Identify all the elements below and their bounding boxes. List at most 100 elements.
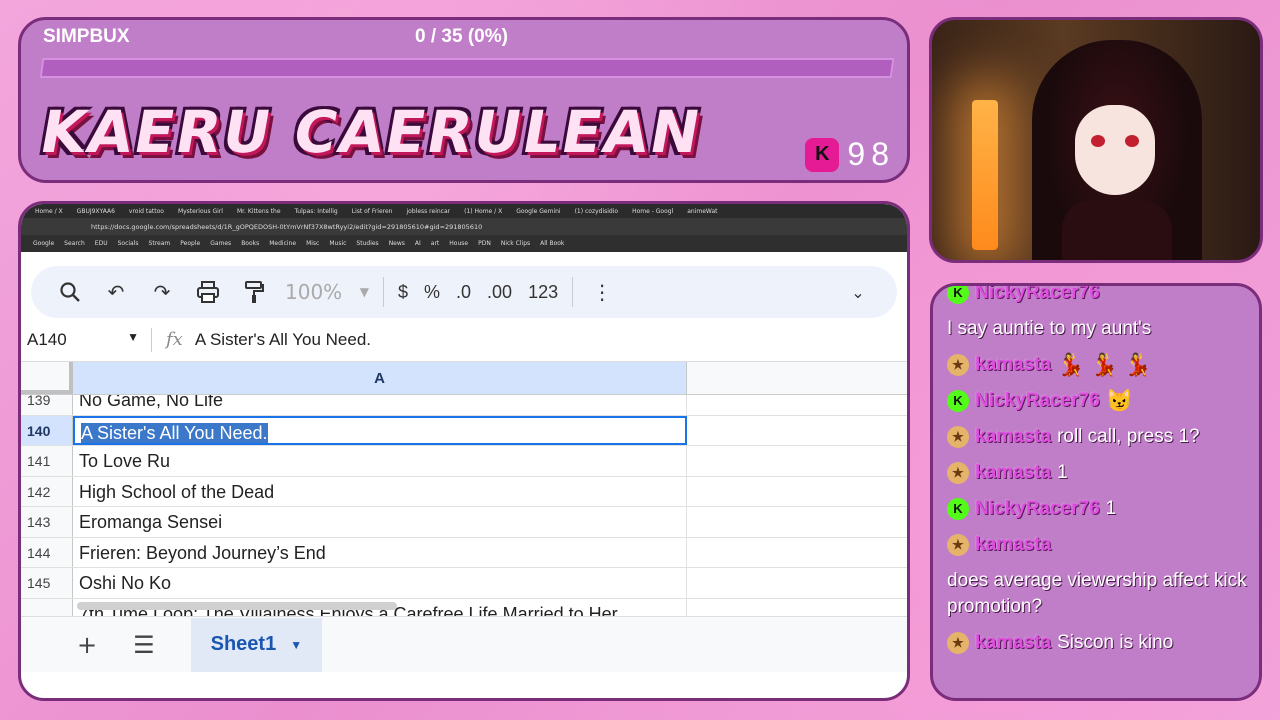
bookmark-item[interactable]: Socials [118, 240, 139, 247]
bookmark-item[interactable]: People [180, 240, 200, 247]
chevron-down-icon[interactable]: ⌄ [835, 272, 881, 312]
bookmark-item[interactable]: PDN [478, 240, 491, 247]
row-number[interactable]: 140 [21, 415, 73, 445]
more-formats-button[interactable]: 123 [520, 282, 566, 303]
browser-tab[interactable]: Tulpas: Intellig [291, 208, 342, 215]
cell-a[interactable]: High School of the Dead [73, 476, 687, 506]
address-bar[interactable]: https://docs.google.com/spreadsheets/d/1… [21, 218, 907, 235]
bookmark-item[interactable]: Misc [306, 240, 319, 247]
cell-a[interactable]: Eromanga Sensei [73, 507, 687, 537]
bookmark-item[interactable]: House [449, 240, 468, 247]
bookmark-item[interactable]: Studies [356, 240, 378, 247]
formula-divider [151, 327, 152, 352]
cell-b[interactable] [687, 477, 907, 507]
bookmark-item[interactable]: Google [33, 240, 54, 247]
sheet-tabs-bar: + ☰ Sheet1 ▼ [21, 616, 907, 672]
chat-username[interactable]: kamasta [975, 424, 1051, 450]
browser-tab[interactable]: List of Frieren [348, 208, 397, 215]
bookmark-item[interactable]: Books [241, 240, 259, 247]
more-options-icon[interactable]: ⋮ [579, 272, 625, 312]
bookmark-item[interactable]: Search [64, 240, 85, 247]
kick-badge-icon: K [947, 286, 969, 304]
select-all-corner[interactable] [21, 362, 73, 394]
undo-icon[interactable]: ↶ [93, 272, 139, 312]
formula-input[interactable]: A Sister's All You Need. [195, 330, 371, 350]
zoom-select[interactable]: 100% ▼ [277, 280, 377, 304]
name-box[interactable]: A140 ▼ [21, 330, 151, 350]
cell-a[interactable]: Frieren: Beyond Journey’s End [73, 537, 687, 567]
bookmark-item[interactable]: art [431, 240, 440, 247]
chevron-down-icon: ▼ [127, 329, 139, 344]
chat-message: K NickyRacer76 [947, 286, 1249, 306]
cell-value: Frieren: Beyond Journey’s End [79, 542, 326, 563]
cell-reference: A140 [27, 329, 67, 349]
row-number[interactable]: 142 [21, 476, 73, 506]
horizontal-scrollbar[interactable] [77, 602, 897, 612]
column-header-row: A [21, 362, 907, 395]
cell-a[interactable]: A Sister's All You Need. [73, 415, 687, 445]
browser-tab[interactable]: vroid tattoo [125, 208, 168, 215]
browser-tab-bar[interactable]: Home / X GBUJ9XYAA6 vroid tattoo Mysterious… [21, 204, 907, 218]
browser-tab[interactable]: (1) Home / X [460, 208, 506, 215]
row-number[interactable]: 141 [21, 446, 73, 476]
browser-tab[interactable]: (1) cozydisidio [571, 208, 623, 215]
column-header-a[interactable]: A [73, 362, 687, 394]
chat-username[interactable]: kamasta [975, 630, 1051, 656]
print-icon[interactable] [185, 272, 231, 312]
browser-tab[interactable]: jobless reincar [403, 208, 455, 215]
bookmark-item[interactable]: All Book [540, 240, 564, 247]
increase-decimal-button[interactable]: .00 [479, 282, 520, 303]
redo-icon[interactable]: ↷ [139, 272, 185, 312]
bookmark-item[interactable]: Nick Clips [501, 240, 530, 247]
chat-username[interactable]: NickyRacer76 [975, 286, 1100, 306]
chat-username[interactable]: kamasta [975, 532, 1051, 558]
browser-tab[interactable]: Mysterious Girl [174, 208, 227, 215]
scrollbar-thumb[interactable] [77, 602, 397, 610]
bookmark-item[interactable]: Stream [149, 240, 171, 247]
cell-a[interactable]: To Love Ru [73, 446, 687, 476]
bookmark-item[interactable]: AI [415, 240, 421, 247]
bookmark-item[interactable]: Games [210, 240, 231, 247]
all-sheets-menu-icon[interactable]: ☰ [133, 631, 155, 659]
avatar-face [1075, 105, 1155, 195]
chat-username[interactable]: kamasta [975, 352, 1051, 378]
table-row: 143 Eromanga Sensei [21, 507, 907, 538]
currency-format-button[interactable]: $ [390, 282, 416, 303]
cell-b[interactable] [687, 446, 907, 476]
chat-username[interactable]: NickyRacer76 [975, 496, 1100, 522]
sheet-rows: 139 No Game, No Life 140 A Sister's All You… [21, 385, 907, 616]
browser-tab[interactable]: Home / X [31, 208, 67, 215]
zoom-value: 100% [285, 280, 343, 304]
chat-username[interactable]: kamasta [975, 460, 1051, 486]
row-number[interactable]: 145 [21, 568, 73, 598]
cell-b[interactable] [687, 507, 907, 537]
browser-tab[interactable]: Home - Googl [628, 208, 677, 215]
bookmark-item[interactable]: Medicine [269, 240, 296, 247]
cell-b[interactable] [687, 416, 907, 446]
browser-tab[interactable]: animeWat [683, 208, 721, 215]
percent-format-button[interactable]: % [416, 282, 448, 303]
paint-format-icon[interactable] [231, 272, 277, 312]
kick-badge-icon: K [947, 498, 969, 520]
browser-tab[interactable]: Google Gemini [512, 208, 564, 215]
decrease-decimal-button[interactable]: .0 [448, 282, 479, 303]
row-number[interactable]: 144 [21, 537, 73, 567]
cell-b[interactable] [687, 568, 907, 598]
search-icon[interactable] [47, 272, 93, 312]
row-number[interactable]: 143 [21, 507, 73, 537]
browser-tab[interactable]: Mr. Kittens the [233, 208, 285, 215]
chevron-down-icon: ▼ [359, 285, 369, 299]
bookmark-item[interactable]: News [389, 240, 405, 247]
chat-username[interactable]: NickyRacer76 [975, 388, 1100, 414]
stream-chat: K NickyRacer76 I say auntie to my aunt's ★ k… [930, 283, 1262, 701]
column-header-b[interactable] [687, 362, 907, 394]
cell-value: Eromanga Sensei [79, 512, 223, 532]
cell-b[interactable] [687, 538, 907, 568]
browser-tab[interactable]: GBUJ9XYAA6 [73, 208, 119, 215]
bookmark-item[interactable]: Music [329, 240, 346, 247]
bookmark-item[interactable]: EDU [95, 240, 108, 247]
row-number[interactable] [21, 598, 73, 616]
add-sheet-icon[interactable]: + [77, 631, 97, 659]
sheet-tab[interactable]: Sheet1 ▼ [190, 617, 323, 672]
cell-a[interactable]: Oshi No Ko [73, 568, 687, 598]
